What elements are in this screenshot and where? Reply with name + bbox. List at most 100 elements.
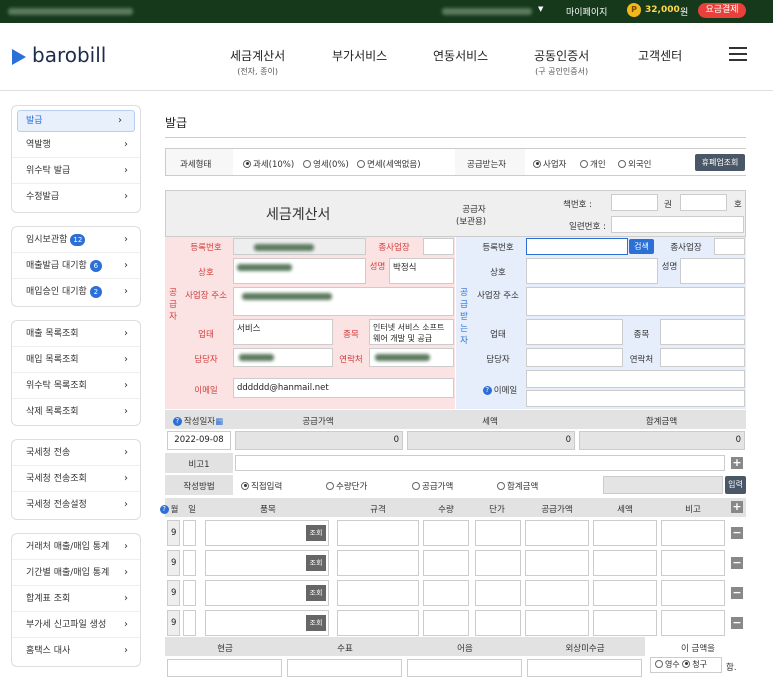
row-qty[interactable] [423, 520, 469, 546]
sidebar-item-sales-list[interactable]: 매출 목록조회 › [12, 321, 140, 347]
remove-row-icon[interactable]: − [731, 587, 743, 599]
row-supply[interactable] [525, 610, 589, 636]
supplier-addr-input[interactable] [233, 287, 454, 316]
buyer-addr-input[interactable] [526, 287, 745, 316]
row-supply[interactable] [525, 550, 589, 576]
method-option-qty-price[interactable]: 수량단가 [326, 480, 367, 492]
supplier-name-input[interactable] [233, 258, 366, 284]
help-icon[interactable]: ? [482, 386, 492, 395]
receipt-option[interactable]: 영수 [655, 659, 680, 669]
memo-input[interactable] [235, 455, 725, 471]
row-supply[interactable] [525, 580, 589, 606]
row-day[interactable] [183, 580, 196, 606]
nav-tax-invoice[interactable]: 세금계산서 (전자, 종이) [230, 47, 285, 77]
add-row-icon[interactable]: + [731, 501, 743, 513]
item-lookup-button[interactable]: 조회 [306, 585, 326, 601]
sidebar-item-temp-storage[interactable]: 임시보관함 12 › [12, 227, 140, 253]
row-spec[interactable] [337, 580, 419, 606]
supplier-biz-type-input[interactable]: 서비스 [233, 319, 333, 345]
row-supply[interactable] [525, 520, 589, 546]
calendar-icon[interactable]: ▦ [215, 417, 223, 427]
hamburger-menu-icon[interactable] [729, 47, 747, 61]
supplier-manager-input[interactable] [233, 348, 333, 367]
row-note[interactable] [661, 520, 725, 546]
buyer-contact-input[interactable] [660, 348, 745, 367]
item-lookup-button[interactable]: 조회 [306, 615, 326, 631]
row-tax[interactable] [593, 520, 657, 546]
sidebar-item-deleted-list[interactable]: 삭제 목록조회 › [12, 399, 140, 425]
row-price[interactable] [475, 580, 521, 606]
row-qty[interactable] [423, 550, 469, 576]
method-option-direct[interactable]: 직접입력 [241, 480, 282, 492]
book-no-input[interactable] [611, 194, 658, 211]
nav-integration[interactable]: 연동서비스 [433, 47, 488, 64]
tax-option-exempt[interactable]: 면세(세액없음) [357, 158, 421, 170]
sidebar-item-consign-issue[interactable]: 위수탁 발급 › [12, 158, 140, 184]
buyer-biz-item-input[interactable] [660, 319, 745, 345]
method-option-total[interactable]: 합계금액 [497, 480, 538, 492]
sidebar-item-amend-issue[interactable]: 수정발급 › [12, 184, 140, 210]
serial-no-input[interactable] [611, 216, 744, 233]
row-note[interactable] [661, 550, 725, 576]
buyer-search-button[interactable]: 검색 [629, 239, 654, 254]
buyer-reg-no-input[interactable] [526, 238, 628, 255]
supplier-email-input[interactable]: dddddd@hanmail.net [233, 378, 454, 398]
buyer-rep-input[interactable] [680, 258, 745, 284]
row-qty[interactable] [423, 610, 469, 636]
tax-option-zero[interactable]: 영세(0%) [303, 158, 349, 170]
method-input-button[interactable]: 입력 [725, 476, 746, 494]
row-spec[interactable] [337, 520, 419, 546]
row-price[interactable] [475, 550, 521, 576]
nav-certificate[interactable]: 공동인증서 (구 공인인증서) [534, 47, 589, 77]
sidebar-item-reverse-issue[interactable]: 역발행 › [12, 132, 140, 158]
date-input[interactable]: 2022-09-08 [167, 431, 231, 450]
row-price[interactable] [475, 610, 521, 636]
chevron-down-icon[interactable]: ▼ [538, 5, 543, 13]
recipient-option-business[interactable]: 사업자 [533, 158, 566, 170]
help-icon[interactable]: ? [159, 505, 169, 514]
buyer-biz-type-input[interactable] [526, 319, 623, 345]
sidebar-item-purchase-list[interactable]: 매입 목록조회 › [12, 347, 140, 373]
remove-row-icon[interactable]: − [731, 617, 743, 629]
barobill-logo[interactable]: barobill [12, 43, 106, 67]
check-input[interactable] [287, 659, 402, 677]
bill-input[interactable] [407, 659, 522, 677]
sidebar-item-partner-stats[interactable]: 거래처 매출/매입 통계 › [12, 534, 140, 560]
ho-input[interactable] [680, 194, 727, 211]
row-tax[interactable] [593, 550, 657, 576]
sidebar-item-consign-list[interactable]: 위수탁 목록조회 › [12, 373, 140, 399]
item-lookup-button[interactable]: 조회 [306, 525, 326, 541]
cash-input[interactable] [167, 659, 282, 677]
supplier-rep-input[interactable]: 박정식 [389, 258, 454, 284]
claim-option[interactable]: 청구 [682, 659, 707, 669]
supplier-biz-item-input[interactable]: 인터넷 서비스 소프트웨어 개발 및 공급 [369, 319, 454, 345]
sidebar-item-hometax-match[interactable]: 홈택스 대사 › [12, 638, 140, 664]
buyer-email-input-2[interactable] [526, 390, 745, 407]
buyer-email-input[interactable] [526, 370, 745, 388]
sidebar-item-issue[interactable]: 발급 › [17, 110, 135, 132]
buyer-name-input[interactable] [526, 258, 658, 284]
row-spec[interactable] [337, 610, 419, 636]
sidebar-item-period-stats[interactable]: 기간별 매출/매입 통계 › [12, 560, 140, 586]
recipient-option-foreigner[interactable]: 외국인 [618, 158, 651, 170]
credit-input[interactable] [527, 659, 642, 677]
nav-customer-center[interactable]: 고객센터 [638, 47, 682, 64]
plus-icon[interactable]: + [731, 457, 743, 469]
method-option-supply[interactable]: 공급가액 [412, 480, 453, 492]
mypage-link[interactable]: 마이페이지 [566, 5, 607, 18]
remove-row-icon[interactable]: − [731, 557, 743, 569]
nav-extra-services[interactable]: 부가서비스 [332, 47, 387, 64]
row-day[interactable] [183, 610, 196, 636]
row-day[interactable] [183, 550, 196, 576]
charge-button[interactable]: 요금결제 [698, 3, 746, 18]
row-note[interactable] [661, 580, 725, 606]
row-note[interactable] [661, 610, 725, 636]
recipient-option-individual[interactable]: 개인 [580, 158, 606, 170]
closed-business-lookup-button[interactable]: 휴폐업조회 [695, 154, 745, 171]
buyer-branch-input[interactable] [714, 238, 745, 255]
buyer-manager-input[interactable] [526, 348, 623, 367]
row-tax[interactable] [593, 610, 657, 636]
sidebar-item-summary-table[interactable]: 합계표 조회 › [12, 586, 140, 612]
supplier-contact-input[interactable] [369, 348, 454, 367]
help-icon[interactable]: ? [172, 417, 182, 426]
